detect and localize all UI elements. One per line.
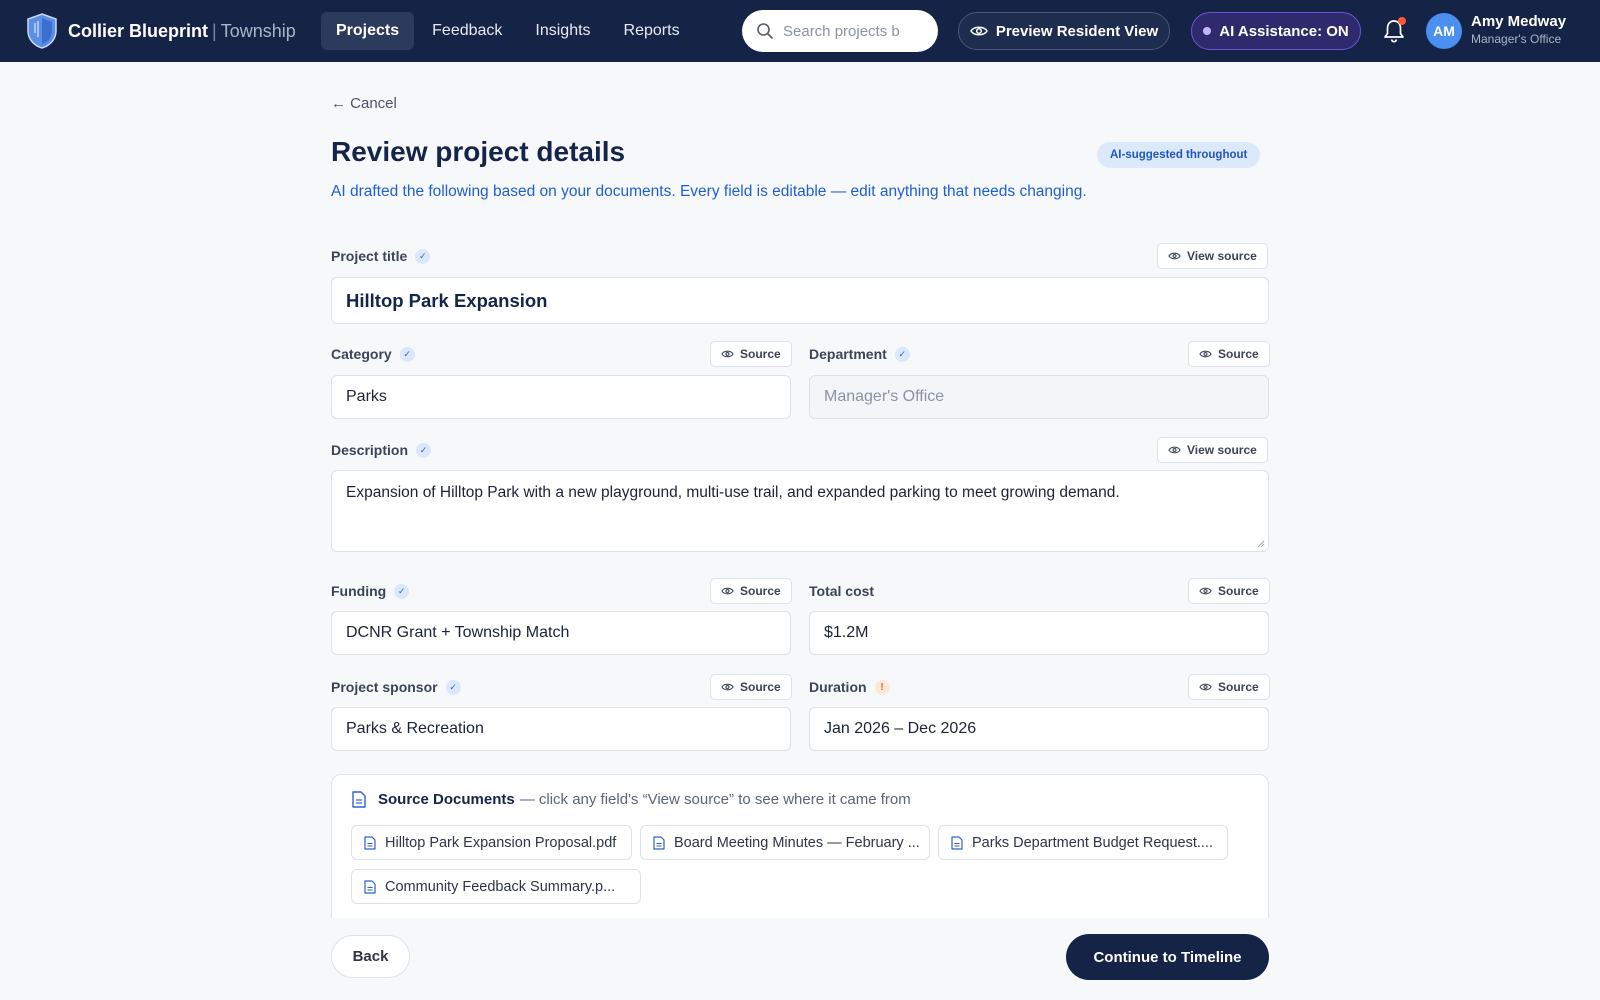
- project-title-label: Project title ✓: [331, 248, 431, 264]
- preview-label: Preview Resident View: [995, 22, 1159, 40]
- description-view-source-button[interactable]: View source: [1157, 437, 1268, 463]
- eye-icon: [721, 587, 734, 595]
- category-label: Category ✓: [331, 346, 415, 362]
- source-documents-header: Source Documents — click any field's “Vi…: [352, 791, 911, 808]
- duration-label: Duration!: [809, 679, 890, 695]
- description-textarea[interactable]: Expansion of Hilltop Park with a new pla…: [331, 470, 1269, 552]
- user-name: Amy Medway: [1471, 13, 1567, 30]
- search-icon: [757, 23, 773, 39]
- source-documents-panel: Source Documents — click any field's “Vi…: [331, 774, 1269, 918]
- source-documents-hint: — click any field's “View source” to see…: [519, 791, 911, 808]
- brand-name: Collier Blueprint | Township: [68, 20, 296, 41]
- ai-status-dot: [1203, 27, 1212, 35]
- resize-handle-icon[interactable]: [1257, 540, 1265, 548]
- source-documents-title: Source Documents: [378, 791, 515, 808]
- nav-projects[interactable]: Projects: [321, 12, 415, 50]
- department-label: Department ✓: [809, 346, 910, 362]
- document-icon: [653, 835, 665, 850]
- eye-icon: [1168, 252, 1181, 260]
- project-title-view-source-button[interactable]: View source: [1157, 243, 1268, 269]
- ai-suggested-badge: AI-suggested throughout: [1097, 142, 1261, 168]
- brand[interactable]: Collier Blueprint | Township: [26, 13, 296, 49]
- project-sponsor-source-button[interactable]: Source: [710, 674, 792, 700]
- ai-assistance-label: AI Assistance: ON: [1219, 22, 1349, 40]
- verified-check-icon: ✓: [445, 679, 461, 695]
- project-sponsor-input[interactable]: Parks & Recreation: [331, 707, 791, 751]
- description-label: Description ✓: [331, 442, 432, 458]
- source-document-chip[interactable]: Community Feedback Summary.p...: [351, 869, 641, 904]
- source-document-chip[interactable]: Hilltop Park Expansion Proposal.pdf: [351, 825, 632, 860]
- source-document-chip[interactable]: Parks Department Budget Request....: [938, 825, 1228, 860]
- avatar[interactable]: AM: [1426, 13, 1462, 49]
- document-icon: [364, 835, 376, 850]
- category-source-button[interactable]: Source: [710, 341, 792, 367]
- verified-check-icon: ✓: [394, 583, 410, 599]
- eye-icon: [1199, 683, 1212, 691]
- verified-check-icon: ✓: [415, 248, 431, 264]
- project-title-input[interactable]: Hilltop Park Expansion: [331, 277, 1269, 324]
- continue-to-timeline-button[interactable]: Continue to Timeline: [1066, 934, 1269, 980]
- back-button[interactable]: Back: [331, 935, 410, 978]
- eye-icon: [1199, 587, 1212, 595]
- shield-logo-icon: [27, 13, 57, 49]
- duration-source-button[interactable]: Source: [1188, 674, 1270, 700]
- top-navigation-bar: Collier Blueprint | Township Projects Feed…: [0, 0, 1600, 62]
- user-role: Manager's Office: [1471, 32, 1562, 46]
- total-cost-source-button[interactable]: Source: [1188, 578, 1270, 604]
- warning-icon: !: [874, 679, 890, 695]
- preview-resident-view-button[interactable]: Preview Resident View: [958, 12, 1170, 50]
- eye-icon: [721, 350, 734, 358]
- verified-check-icon: ✓: [894, 346, 910, 362]
- eye-icon: [1168, 446, 1181, 454]
- funding-label: Funding ✓: [331, 583, 410, 599]
- description-text: Expansion of Hilltop Park with a new pla…: [346, 484, 1120, 501]
- nav-reports[interactable]: Reports: [609, 12, 695, 50]
- eye-icon: [1199, 350, 1212, 358]
- notification-dot: [1398, 17, 1406, 25]
- main-nav: Projects Feedback Insights Reports: [321, 12, 698, 50]
- search-box[interactable]: [742, 10, 938, 52]
- document-icon: [364, 879, 376, 894]
- department-input[interactable]: Manager's Office: [809, 375, 1269, 419]
- source-document-chip[interactable]: Board Meeting Minutes — February ...: [640, 825, 930, 860]
- duration-input[interactable]: Jan 2026 – Dec 2026: [809, 707, 1269, 751]
- search-input[interactable]: [783, 22, 913, 40]
- eye-icon: [969, 26, 988, 36]
- category-input[interactable]: Parks: [331, 375, 791, 419]
- ai-assistance-toggle[interactable]: AI Assistance: ON: [1191, 12, 1361, 50]
- verified-check-icon: ✓: [416, 442, 432, 458]
- total-cost-label: Total cost: [809, 583, 875, 599]
- document-icon: [352, 791, 366, 808]
- cancel-link[interactable]: ← Cancel: [331, 95, 397, 112]
- eye-icon: [721, 683, 734, 691]
- nav-insights[interactable]: Insights: [520, 12, 605, 50]
- notifications-button[interactable]: [1382, 17, 1406, 44]
- document-icon: [951, 835, 963, 850]
- funding-source-button[interactable]: Source: [710, 578, 792, 604]
- project-sponsor-label: Project sponsor ✓: [331, 679, 461, 695]
- page-title: Review project details: [331, 136, 626, 167]
- funding-input[interactable]: DCNR Grant + Township Match: [331, 611, 791, 655]
- department-source-button[interactable]: Source: [1188, 341, 1270, 367]
- total-cost-input[interactable]: $1.2M: [809, 611, 1269, 655]
- verified-check-icon: ✓: [399, 346, 415, 362]
- nav-feedback[interactable]: Feedback: [417, 12, 517, 50]
- page-subtitle: AI drafted the following based on your d…: [331, 183, 1087, 200]
